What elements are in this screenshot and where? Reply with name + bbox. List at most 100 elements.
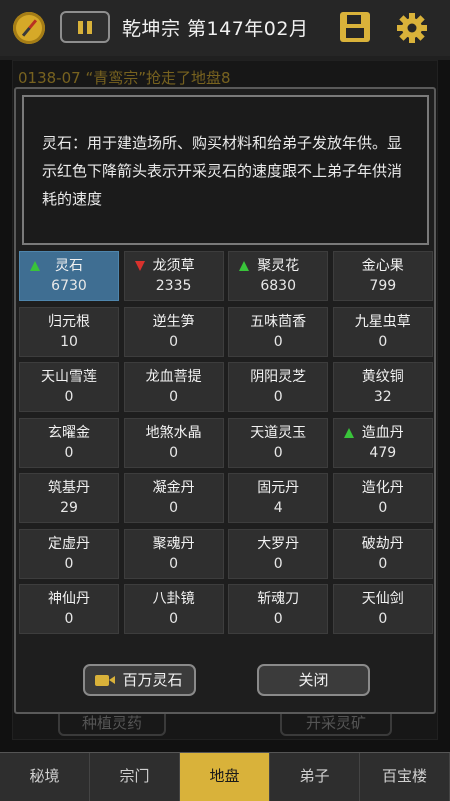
resource-name: 凝金丹 bbox=[152, 480, 195, 496]
resource-cell[interactable]: 固元丹 4 bbox=[228, 473, 329, 523]
resource-name: 五味茴香 bbox=[250, 313, 307, 330]
resource-cell[interactable]: 玄曜金 0 bbox=[19, 417, 119, 468]
resource-count: 0 bbox=[169, 444, 179, 461]
resource-count: 0 bbox=[64, 444, 74, 461]
resource-count: 0 bbox=[273, 333, 283, 350]
resource-cell[interactable]: 造血丹 479 bbox=[332, 417, 433, 468]
nav-territory[interactable]: 地盘 bbox=[180, 753, 270, 801]
resource-cell[interactable]: 逆生笋 0 bbox=[123, 306, 224, 357]
resource-name: 黄纹铜 bbox=[361, 369, 404, 385]
resource-cell[interactable]: 聚灵花 6830 bbox=[228, 251, 329, 301]
resource-cell[interactable]: 凝金丹 0 bbox=[123, 473, 224, 523]
resource-count: 479 bbox=[369, 444, 397, 461]
nav-secret-realm[interactable]: 秘境 bbox=[0, 753, 90, 801]
resource-name: 斩魂刀 bbox=[257, 591, 300, 607]
resource-count: 29 bbox=[60, 500, 78, 516]
resource-name: 玄曜金 bbox=[48, 424, 90, 441]
resource-cell[interactable]: 破劫丹 0 bbox=[332, 528, 433, 579]
resource-cell[interactable]: 定虚丹 0 bbox=[19, 528, 119, 579]
resource-count: 0 bbox=[273, 444, 283, 461]
resource-name: 破劫丹 bbox=[361, 535, 404, 552]
arrow-down-icon bbox=[134, 261, 145, 271]
close-button[interactable]: 关闭 bbox=[257, 664, 370, 696]
resources-modal: 灵石：用于建造场所、购买材料和给弟子发放年供。显示红色下降箭头表示开采灵石的速度… bbox=[14, 87, 436, 714]
million-spirit-stones-button[interactable]: 百万灵石 bbox=[83, 664, 196, 696]
resource-count: 0 bbox=[64, 611, 74, 627]
resource-cell[interactable]: 归元根 10 bbox=[19, 306, 119, 357]
resource-count: 32 bbox=[373, 389, 392, 405]
resource-count: 0 bbox=[273, 611, 283, 627]
nav-treasure-house[interactable]: 百宝楼 bbox=[360, 753, 450, 801]
arrow-up-icon bbox=[239, 261, 250, 271]
compass-icon[interactable] bbox=[13, 12, 45, 44]
resource-name: 造化丹 bbox=[361, 480, 404, 496]
video-camera-icon bbox=[95, 675, 115, 686]
resource-count: 0 bbox=[378, 500, 388, 516]
resource-cell[interactable]: 大罗丹 0 bbox=[228, 528, 329, 579]
resource-name: 九星虫草 bbox=[354, 313, 411, 330]
resource-grid: 灵石 6730 龙须草 2335 聚灵花 6830 金心果 799 归元根 10 逆生笋 0 五味茴香 0… bbox=[19, 251, 433, 634]
resource-cell[interactable]: 筑基丹 29 bbox=[19, 473, 119, 523]
resource-cell[interactable]: 天山雪莲 0 bbox=[19, 362, 119, 412]
sect-date-title: 乾坤宗 第147年02月 bbox=[122, 18, 309, 40]
gear-icon[interactable] bbox=[395, 11, 429, 45]
resource-count: 0 bbox=[169, 333, 179, 350]
resource-name: 筑基丹 bbox=[48, 480, 90, 496]
resource-cell[interactable]: 天仙剑 0 bbox=[332, 584, 433, 634]
resource-count: 0 bbox=[378, 611, 388, 627]
resource-cell[interactable]: 地煞水晶 0 bbox=[123, 417, 224, 468]
bottom-nav: 秘境 宗门 地盘 弟子 百宝楼 bbox=[0, 752, 450, 801]
resource-count: 4 bbox=[273, 500, 283, 516]
resource-count: 2335 bbox=[155, 278, 192, 294]
resource-name: 神仙丹 bbox=[48, 591, 90, 607]
top-bar: 乾坤宗 第147年02月 bbox=[0, 0, 450, 56]
resource-name: 定虚丹 bbox=[48, 535, 90, 552]
resource-name: 龙血菩提 bbox=[145, 369, 202, 385]
resource-cell[interactable]: 阴阳灵芝 0 bbox=[228, 362, 329, 412]
resource-cell[interactable]: 金心果 799 bbox=[332, 251, 433, 301]
resource-cell[interactable]: 五味茴香 0 bbox=[228, 306, 329, 357]
resource-tip-box: 灵石：用于建造场所、购买材料和给弟子发放年供。显示红色下降箭头表示开采灵石的速度… bbox=[22, 95, 429, 245]
million-spirit-stones-label: 百万灵石 bbox=[122, 671, 183, 689]
resource-name: 天仙剑 bbox=[361, 591, 404, 607]
resource-name: 固元丹 bbox=[257, 480, 300, 496]
arrow-up-icon bbox=[343, 427, 354, 438]
save-icon[interactable] bbox=[340, 12, 370, 42]
resource-name: 大罗丹 bbox=[257, 535, 300, 552]
resource-cell[interactable]: 灵石 6730 bbox=[19, 251, 119, 301]
resource-count: 0 bbox=[378, 333, 388, 350]
resource-count: 0 bbox=[169, 500, 179, 516]
resource-name: 天山雪莲 bbox=[41, 369, 97, 385]
resource-count: 0 bbox=[273, 389, 283, 405]
resource-name: 地煞水晶 bbox=[145, 424, 202, 441]
resource-cell[interactable]: 造化丹 0 bbox=[332, 473, 433, 523]
resource-cell[interactable]: 八卦镜 0 bbox=[123, 584, 224, 634]
resource-name: 金心果 bbox=[361, 258, 404, 274]
pause-button[interactable] bbox=[60, 11, 110, 43]
resource-cell[interactable]: 九星虫草 0 bbox=[332, 306, 433, 357]
resource-name: 天道灵玉 bbox=[250, 424, 307, 441]
resource-count: 0 bbox=[64, 555, 74, 572]
resource-count: 0 bbox=[169, 389, 179, 405]
resource-name: 聚魂丹 bbox=[152, 535, 195, 552]
resource-cell[interactable]: 龙血菩提 0 bbox=[123, 362, 224, 412]
resource-count: 6730 bbox=[51, 278, 87, 294]
resource-count: 6830 bbox=[260, 278, 296, 294]
resource-count: 799 bbox=[369, 278, 397, 294]
resource-name: 阴阳灵芝 bbox=[250, 369, 307, 385]
resource-count: 10 bbox=[60, 333, 78, 350]
resource-cell[interactable]: 龙须草 2335 bbox=[123, 251, 224, 301]
resource-count: 0 bbox=[64, 389, 74, 405]
resource-cell[interactable]: 黄纹铜 32 bbox=[332, 362, 433, 412]
resource-cell[interactable]: 斩魂刀 0 bbox=[228, 584, 329, 634]
resource-cell[interactable]: 天道灵玉 0 bbox=[228, 417, 329, 468]
resource-name: 八卦镜 bbox=[152, 591, 195, 607]
resource-tip-text: 灵石：用于建造场所、购买材料和给弟子发放年供。显示红色下降箭头表示开采灵石的速度… bbox=[42, 134, 403, 208]
nav-sect[interactable]: 宗门 bbox=[90, 753, 180, 801]
resource-cell[interactable]: 聚魂丹 0 bbox=[123, 528, 224, 579]
resource-cell[interactable]: 神仙丹 0 bbox=[19, 584, 119, 634]
nav-disciples[interactable]: 弟子 bbox=[270, 753, 360, 801]
arrow-up-icon bbox=[30, 261, 40, 271]
resource-count: 0 bbox=[378, 555, 388, 572]
resource-count: 0 bbox=[273, 555, 283, 572]
